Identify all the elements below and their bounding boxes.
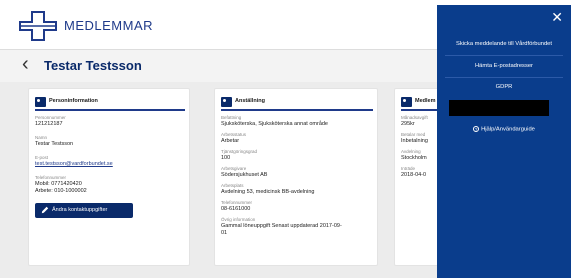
field-arbetsgivare: Arbetsgivare Södersjukhuset AB <box>221 166 375 179</box>
field-value: Testar Testsson <box>35 141 74 147</box>
field-value: Södersjukhuset AB <box>221 172 268 178</box>
question-icon: ? <box>473 126 480 132</box>
field-value: 01 <box>221 230 228 236</box>
card-header: Medlem <box>401 97 439 111</box>
divider <box>445 77 563 78</box>
field-value: 100 <box>221 155 231 161</box>
field-ovrig-information: Övrig information Gammal löneuppgift Sen… <box>221 217 375 237</box>
menu-item-gdpr[interactable]: GDPR <box>437 84 571 90</box>
brand-title: MEDLEMMAR <box>64 18 154 33</box>
field-value: Inbetalning <box>401 138 428 144</box>
field-telefonnummer: Telefonnummer 08-6161000 <box>221 200 375 213</box>
field-telefon: Telefonnummer Mobil: 0771420420 Arbete: … <box>35 175 187 195</box>
card-header: Anställning <box>221 97 373 111</box>
field-arbetsstatus: Arbetsstatus Arbetar <box>221 132 375 145</box>
person-card-icon <box>35 97 46 107</box>
employment-card: Anställning Befattning Sjuksköterska, Sj… <box>214 88 378 266</box>
membership-card-icon <box>401 97 412 107</box>
card-header: Personinformation <box>35 97 185 111</box>
page-title: Testar Testsson <box>44 58 142 73</box>
field-value: Avdelning 53, medicinsk BB-avdelning <box>221 189 315 195</box>
field-value: Mobil: 0771420420 <box>35 181 82 187</box>
card-title: Medlem <box>415 98 436 104</box>
field-avdelning: Avdelning Stockholm <box>401 149 441 162</box>
edit-contact-button[interactable]: Ändra kontaktuppgifter <box>35 203 133 218</box>
field-personnummer: Personnummer 121212187 <box>35 115 187 128</box>
menu-item-help[interactable]: ? Hjälp/Användarguide <box>437 126 571 133</box>
close-icon[interactable]: ✕ <box>551 10 563 24</box>
field-value: Sjuksköterska, Sjuksköterska annat områd… <box>221 121 328 127</box>
field-value: Gammal löneuppgift Senast uppdaterad 201… <box>221 223 342 229</box>
person-info-card: Personinformation Personnummer 121212187… <box>28 88 190 266</box>
pencil-icon <box>41 206 49 214</box>
field-manadsavgift: Månadsavgift 295kr <box>401 115 441 128</box>
menu-item-fetch-emails[interactable]: Hämta E-postadresser <box>437 63 571 69</box>
field-arbetsplats: Arbetsplats Avdelning 53, medicinsk BB-a… <box>221 183 375 196</box>
side-menu-panel: ✕ Skicka meddelande till Vårdförbundet H… <box>437 5 571 278</box>
field-value: Stockholm <box>401 155 427 161</box>
field-value: Arbetar <box>221 138 240 144</box>
field-value: 2018-04-0 <box>401 172 427 178</box>
card-title: Anställning <box>235 98 265 104</box>
field-namn: Namn Testar Testsson <box>35 135 187 148</box>
field-value: Arbete: 010-1000002 <box>35 188 87 194</box>
chevron-left-icon[interactable]: ‹ <box>22 54 29 74</box>
card-title: Personinformation <box>49 98 98 104</box>
edit-button-label: Ändra kontaktuppgifter <box>52 207 108 213</box>
field-betalar-med: Betalar med Inbetalning <box>401 132 441 145</box>
field-value: 121212187 <box>35 121 63 127</box>
field-intrade: Inträde 2018-04-0 <box>401 166 441 179</box>
field-epost: E-post test.testsson@vardforbundet.se <box>35 155 187 168</box>
field-value: 08-6161000 <box>221 206 251 212</box>
help-label: Hjälp/Användarguide <box>481 126 535 133</box>
email-link[interactable]: test.testsson@vardforbundet.se <box>35 161 187 168</box>
field-value: 295kr <box>401 121 415 127</box>
field-tjanstgoringsgrad: Tjänstgöringsgrad 100 <box>221 149 375 162</box>
redacted-box <box>449 100 549 116</box>
logo-icon[interactable] <box>18 10 58 42</box>
building-icon <box>221 97 232 107</box>
menu-item-send-message[interactable]: Skicka meddelande till Vårdförbundet <box>437 41 571 47</box>
field-befattning: Befattning Sjuksköterska, Sjuksköterska … <box>221 115 375 128</box>
divider <box>445 55 563 56</box>
